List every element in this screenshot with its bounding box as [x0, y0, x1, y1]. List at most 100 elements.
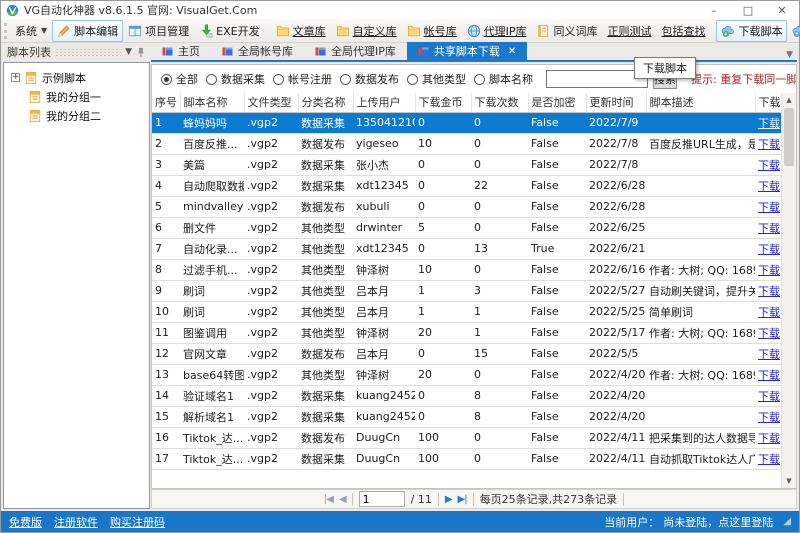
table-row[interactable]: 10刷词.vgp2其他类型吕本月11False2022/5/25简单刷词下载 [152, 301, 781, 322]
table-row[interactable]: 1蜂妈妈吗.vgp2数据采集1350412101400False2022/7/9… [152, 112, 781, 133]
download-link[interactable]: 下载 [758, 432, 780, 445]
pin-icon[interactable] [136, 47, 146, 58]
table-row[interactable]: 14验证域名1.vgp2数据采集kuang245229908False2022/… [152, 385, 781, 406]
column-header[interactable]: 更新时间 [586, 93, 646, 112]
table-row[interactable]: 16Tiktok_达....vgp2数据发布DuugCn1000False202… [152, 427, 781, 448]
table-row[interactable]: 13base64转图片.vgp2其他类型钟泽树200False2022/4/20… [152, 364, 781, 385]
table-row[interactable]: 8过滤手机....vgp2其他类型钟泽树100False2022/6/16作者:… [152, 259, 781, 280]
radio-3[interactable]: 帐号注册 [273, 71, 332, 87]
download-link[interactable]: 下载 [758, 327, 780, 340]
proxy-ip-library-button[interactable]: 代理IP库 [462, 20, 532, 42]
download-link[interactable]: 下载 [758, 201, 780, 214]
download-link[interactable]: 下载 [758, 411, 780, 424]
table-row[interactable]: 12官网文章.vgp2数据发布吕本月015False2022/5/5下载 [152, 343, 781, 364]
table-row[interactable]: 15解析域名1.vgp2数据采集kuang245229908False2022/… [152, 406, 781, 427]
project-manage-button[interactable]: 项目管理 [123, 20, 194, 42]
tab-4[interactable]: 共享脚本下载✕ [407, 42, 527, 60]
status-link-2[interactable]: 注册软件 [54, 514, 98, 530]
table-row[interactable]: 4自动爬取数据.vgp2数据采集xdt12345022False2022/6/2… [152, 175, 781, 196]
download-link[interactable]: 下载 [758, 390, 780, 403]
script-name-input[interactable] [546, 70, 648, 88]
column-header[interactable]: 上传用户 [353, 93, 415, 112]
radio-icon[interactable] [407, 74, 418, 85]
close-icon[interactable]: ✕ [508, 46, 516, 57]
download-link[interactable]: 下载 [758, 117, 780, 130]
column-header[interactable]: 下载 [755, 93, 781, 112]
column-header[interactable]: 下载金币 [415, 93, 471, 112]
next-page-button[interactable]: ▶ [445, 494, 452, 505]
prev-page-button[interactable]: ◀ [339, 494, 346, 505]
upload-script-button[interactable]: 上传脚本 [787, 20, 800, 42]
include-find-button[interactable]: 包括查找 [656, 20, 710, 42]
chevron-down-icon[interactable]: ▼ [125, 47, 132, 57]
table-row[interactable]: 7自动化录....vgp2其他类型xdt12345013True2022/6/2… [152, 238, 781, 259]
radio-4[interactable]: 数据发布 [340, 71, 399, 87]
download-link[interactable]: 下载 [758, 243, 780, 256]
tree-item-3[interactable]: 我的分组二 [6, 106, 147, 125]
first-page-button[interactable]: |◀ [324, 494, 333, 505]
table-row[interactable] [152, 469, 781, 488]
table-row[interactable]: 6删文件.vgp2其他类型drwinter50False2022/6/25下载 [152, 217, 781, 238]
tab-3[interactable]: 全局代理IP库 [304, 42, 407, 60]
column-header[interactable]: 是否加密 [528, 93, 586, 112]
menu-system[interactable]: 系统▼ [10, 20, 52, 42]
scrollbar-thumb[interactable] [784, 108, 794, 166]
radio-icon[interactable] [474, 74, 485, 85]
status-link-3[interactable]: 购买注册码 [110, 514, 165, 530]
article-library-button[interactable]: 文章库 [271, 20, 331, 42]
scroll-up-icon[interactable]: ▲ [782, 93, 796, 107]
vertical-scrollbar[interactable]: ▲ ▼ [781, 93, 796, 488]
download-script-button[interactable]: 下载脚本 [716, 20, 787, 42]
radio-2[interactable]: 数据采集 [206, 71, 265, 87]
radio-icon[interactable] [340, 74, 351, 85]
table-row[interactable]: 2百度反推....vgp2数据发布yigeseo100False2022/7/8… [152, 133, 781, 154]
download-link[interactable]: 下载 [758, 264, 780, 277]
regex-test-button[interactable]: 正则测试 [602, 20, 656, 42]
column-header[interactable]: 分类名称 [298, 93, 353, 112]
radio-icon[interactable] [161, 74, 172, 85]
download-link[interactable]: 下载 [758, 348, 780, 361]
download-link[interactable]: 下载 [758, 285, 780, 298]
script-edit-button[interactable]: 脚本编辑 [52, 20, 123, 42]
close-button[interactable]: ✕ [765, 1, 799, 19]
expand-icon[interactable]: + [11, 73, 20, 82]
column-header[interactable]: 文件类型 [244, 93, 298, 112]
tab-2[interactable]: 全局帐号库 [211, 42, 304, 60]
radio-1[interactable]: 全部 [161, 71, 198, 87]
download-link[interactable]: 下载 [758, 180, 780, 193]
page-number-input[interactable] [359, 491, 405, 507]
tree-item-1[interactable]: +示例脚本 [6, 68, 147, 87]
exe-dev-button[interactable]: EXE开发 [194, 20, 264, 42]
download-link[interactable]: 下载 [758, 369, 780, 382]
scroll-down-icon[interactable]: ▼ [782, 474, 796, 488]
resize-grip[interactable]: ◢ [783, 516, 791, 527]
column-header[interactable]: 序号 [152, 93, 180, 112]
download-link[interactable]: 下载 [758, 222, 780, 235]
column-header[interactable]: 下载次数 [471, 93, 528, 112]
tab-overflow-icon[interactable]: ▼ [782, 50, 797, 60]
column-header[interactable]: 脚本描述 [646, 93, 755, 112]
synonym-library-button[interactable]: 同义词库 [531, 20, 602, 42]
radio-5[interactable]: 其他类型 [407, 71, 466, 87]
custom-library-button[interactable]: 自定义库 [331, 20, 402, 42]
maximize-button[interactable]: □ [731, 1, 765, 19]
table-row[interactable]: 9刷词.vgp2其他类型吕本月13False2022/5/27自动刷关键词，提升… [152, 280, 781, 301]
login-link[interactable]: 尚未登陆，点这里登陆 [663, 514, 773, 530]
download-link[interactable]: 下载 [758, 453, 780, 466]
download-link[interactable]: 下载 [758, 306, 780, 319]
table-row[interactable]: 5mindvalley.vgp2数据发布xubuli00False2022/6/… [152, 196, 781, 217]
radio-icon[interactable] [273, 74, 284, 85]
table-row[interactable]: 3美篇.vgp2数据采集张小杰00False2022/7/8下载 [152, 154, 781, 175]
radio-6[interactable]: 脚本名称 [474, 71, 533, 87]
tree-item-2[interactable]: 我的分组一 [6, 87, 147, 106]
download-link[interactable]: 下载 [758, 138, 780, 151]
account-library-button[interactable]: 帐号库 [402, 20, 462, 42]
table-row[interactable]: 11图鉴调用.vgp2其他类型钟泽树201False2022/5/17作者: 大… [152, 322, 781, 343]
column-header[interactable]: 脚本名称 [180, 93, 244, 112]
status-link-1[interactable]: 免费版 [9, 514, 42, 530]
radio-icon[interactable] [206, 74, 217, 85]
table-row[interactable]: 17Tiktok_达....vgp2数据采集DuugCn1000False202… [152, 448, 781, 469]
last-page-button[interactable]: ▶| [458, 494, 467, 505]
download-link[interactable]: 下载 [758, 159, 780, 172]
minimize-button[interactable]: – [697, 1, 731, 19]
